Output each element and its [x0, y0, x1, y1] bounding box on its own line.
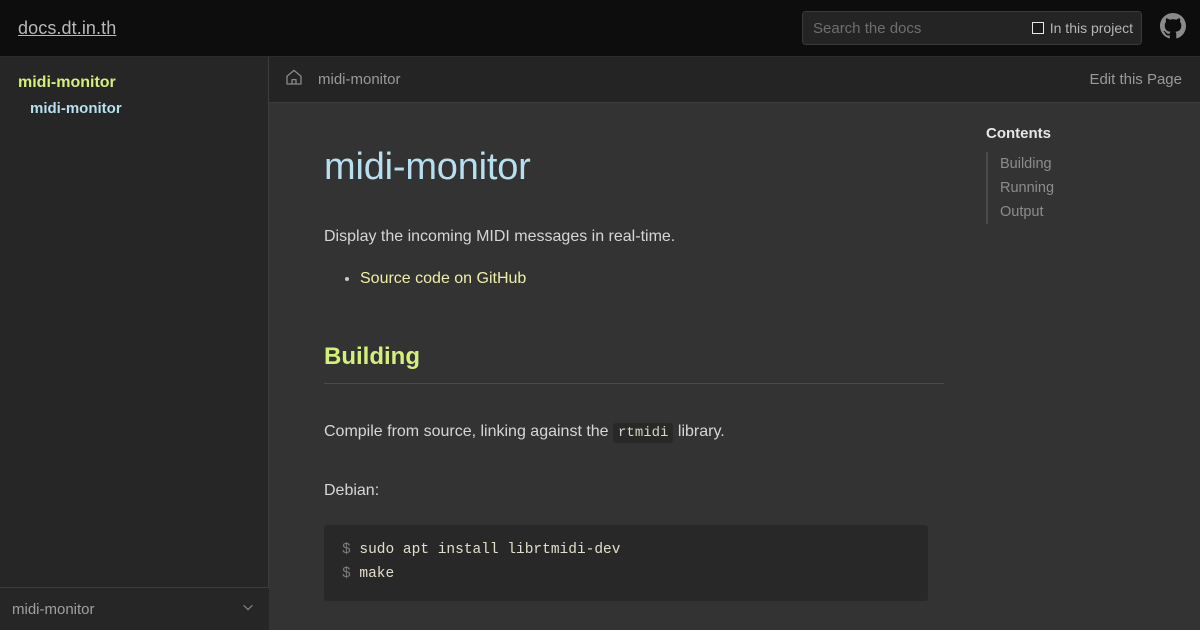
github-icon: [1160, 12, 1186, 44]
sidebar-item-midi-monitor[interactable]: midi-monitor: [0, 95, 268, 122]
search-scope-label: In this project: [1049, 20, 1133, 36]
github-link[interactable]: [1160, 12, 1186, 44]
inline-code-rtmidi: rtmidi: [613, 423, 674, 444]
code-block-debian[interactable]: $ sudo apt install librtmidi-dev $ make: [324, 524, 928, 601]
list-item: Source code on GitHub: [360, 270, 944, 288]
breadcrumb-bar: midi-monitor Edit this Page: [269, 57, 1200, 103]
breadcrumb-current[interactable]: midi-monitor: [318, 71, 401, 88]
source-code-link[interactable]: Source code on GitHub: [360, 270, 526, 287]
article-intro: Display the incoming MIDI messages in re…: [324, 228, 676, 245]
sidebar-nav-list: midi-monitor midi-monitor: [0, 57, 268, 122]
building-paragraph: Compile from source, linking against the…: [324, 420, 944, 444]
top-bar: docs.dt.in.th In this project: [0, 0, 1200, 57]
section-heading-building: Building: [324, 343, 944, 385]
shell-command: make: [350, 565, 395, 582]
article-body: midi-monitor Display the incoming MIDI m…: [324, 103, 944, 630]
topbar-right-group: In this project: [802, 11, 1186, 45]
shell-prompt: $: [342, 541, 351, 558]
shell-command: sudo apt install librtmidi-dev: [350, 541, 621, 558]
chevron-down-icon: [241, 600, 255, 619]
toc-list: Building Running Output: [986, 152, 1200, 224]
sidebar-item-midi-monitor-root[interactable]: midi-monitor: [0, 71, 268, 95]
page-title: midi-monitor: [324, 146, 531, 188]
left-sidebar: midi-monitor midi-monitor midi-monitor: [0, 57, 269, 630]
breadcrumb-home-link[interactable]: [284, 67, 304, 92]
search-input[interactable]: [813, 19, 1032, 37]
site-brand[interactable]: docs.dt.in.th: [18, 18, 116, 39]
toc-item-building[interactable]: Building: [988, 152, 1200, 176]
home-icon: [284, 67, 304, 92]
shell-prompt: $: [342, 565, 351, 582]
table-of-contents: Contents Building Running Output: [974, 125, 1200, 224]
toc-item-running[interactable]: Running: [988, 176, 1200, 200]
building-paragraph-pre: Compile from source, linking against the: [324, 423, 614, 441]
main-content: Contents Building Running Output midi-mo…: [269, 103, 1200, 630]
edit-this-page-link[interactable]: Edit this Page: [1089, 71, 1182, 88]
search-scope-toggle[interactable]: In this project: [1031, 20, 1133, 36]
toc-title: Contents: [986, 125, 1051, 142]
sidebar-project-select[interactable]: midi-monitor: [0, 587, 269, 630]
search-scope-checkbox[interactable]: [1031, 22, 1044, 34]
article-link-list: Source code on GitHub: [324, 270, 944, 288]
toc-item-output[interactable]: Output: [988, 200, 1200, 224]
sidebar-project-select-value: midi-monitor: [12, 600, 95, 618]
search-box[interactable]: In this project: [802, 11, 1142, 45]
building-paragraph-post: library.: [673, 423, 725, 441]
debian-label: Debian:: [324, 482, 380, 500]
